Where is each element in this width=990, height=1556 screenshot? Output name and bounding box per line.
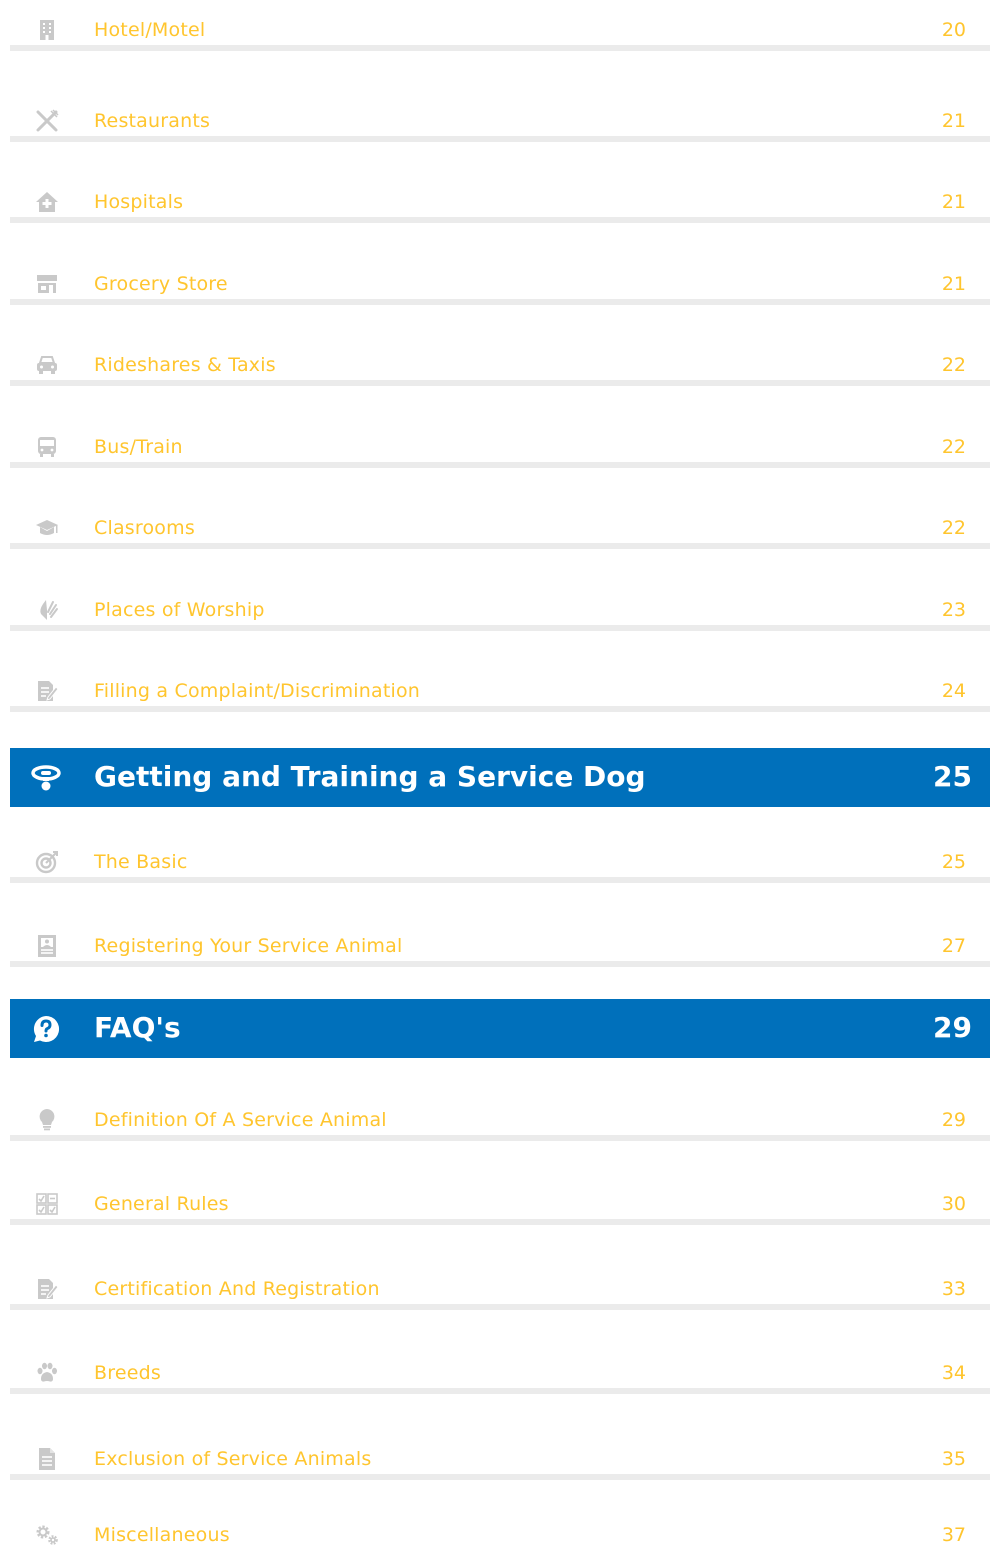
toc-entry-page: 21 — [941, 191, 966, 213]
toc-entry-page: 21 — [941, 273, 966, 295]
toc-entry-label: General Rules — [94, 1193, 229, 1215]
toc-entry-page: 35 — [941, 1448, 966, 1470]
id-document-icon — [34, 933, 60, 959]
row-divider — [10, 462, 990, 468]
toc-entry-clasrooms[interactable]: Clasrooms 22 — [10, 509, 990, 549]
toc-entry-exclusion[interactable]: Exclusion of Service Animals 35 — [10, 1440, 990, 1480]
toc-entry-filling-a-complaint[interactable]: Filling a Complaint/Discrimination 24 — [10, 672, 990, 712]
row-divider — [10, 877, 990, 883]
row-divider — [10, 380, 990, 386]
praying-hands-icon — [34, 597, 60, 623]
toc-entry-hospitals[interactable]: Hospitals 21 — [10, 183, 990, 223]
toc-entry-page: 24 — [941, 680, 966, 702]
toc-entry-definition[interactable]: Definition Of A Service Animal 29 — [10, 1101, 990, 1141]
toc-entry-restaurants[interactable]: Restaurants 21 — [10, 102, 990, 142]
target-icon — [34, 849, 60, 875]
toc-entry-label: Definition Of A Service Animal — [94, 1109, 387, 1131]
graduation-cap-icon — [34, 515, 60, 541]
row-divider — [10, 961, 990, 967]
car-icon — [34, 352, 60, 378]
toc-entry-label: Clasrooms — [94, 517, 195, 539]
toc-entry-label: Hospitals — [94, 191, 184, 213]
storefront-icon — [34, 271, 60, 297]
toc-entry-page: 30 — [941, 1193, 966, 1215]
lightbulb-icon — [34, 1107, 60, 1133]
toc-entry-page: 25 — [941, 851, 966, 873]
toc-entry-label: Restaurants — [94, 110, 211, 132]
toc-entry-miscellaneous[interactable]: Miscellaneous 37 — [10, 1516, 990, 1556]
toc-entry-page: 23 — [941, 599, 966, 621]
toc-entry-label: Grocery Store — [94, 273, 228, 295]
building-icon — [34, 17, 60, 43]
row-divider — [10, 1474, 990, 1480]
toc-entry-label: The Basic — [94, 851, 188, 873]
hospital-house-icon — [34, 189, 60, 215]
toc-entry-page: 29 — [941, 1109, 966, 1131]
row-divider — [10, 299, 990, 305]
toc-entry-hotel-motel[interactable]: Hotel/Motel 20 — [10, 11, 990, 51]
toc-entry-page: 22 — [941, 517, 966, 539]
toc-entry-label: Breeds — [94, 1362, 161, 1384]
paw-icon — [34, 1360, 60, 1386]
row-divider — [10, 136, 990, 142]
bus-icon — [34, 434, 60, 460]
toc-entry-label: Registering Your Service Animal — [94, 935, 403, 957]
utensils-icon — [34, 108, 60, 134]
section-page: 25 — [933, 760, 972, 793]
toc-entry-places-of-worship[interactable]: Places of Worship 23 — [10, 591, 990, 631]
toc-entry-label: Bus/Train — [94, 436, 183, 458]
toc-entry-rideshares-taxis[interactable]: Rideshares & Taxis 22 — [10, 346, 990, 386]
toc-section-faq[interactable]: FAQ's 29 — [10, 999, 990, 1058]
document-edit-icon — [34, 1276, 60, 1302]
toc-entry-page: 21 — [941, 110, 966, 132]
row-divider — [10, 706, 990, 712]
toc-entry-bus-train[interactable]: Bus/Train 22 — [10, 428, 990, 468]
toc-entry-label: Rideshares & Taxis — [94, 354, 276, 376]
toc-entry-label: Places of Worship — [94, 599, 265, 621]
toc-entry-certification[interactable]: Certification And Registration 33 — [10, 1270, 990, 1310]
section-page: 29 — [933, 1011, 972, 1044]
toc-entry-label: Miscellaneous — [94, 1524, 230, 1546]
toc-entry-page: 22 — [941, 354, 966, 376]
section-title: Getting and Training a Service Dog — [94, 760, 646, 793]
row-divider — [10, 1135, 990, 1141]
toc-entry-page: 20 — [941, 19, 966, 41]
row-divider — [10, 45, 990, 51]
toc-section-training[interactable]: Getting and Training a Service Dog 25 — [10, 748, 990, 807]
toc-entry-page: 33 — [941, 1278, 966, 1300]
checklist-grid-icon — [34, 1191, 60, 1217]
toc-entry-page: 37 — [941, 1524, 966, 1546]
toc-entry-page: 27 — [941, 935, 966, 957]
toc-entry-label: Certification And Registration — [94, 1278, 380, 1300]
toc-entry-breeds[interactable]: Breeds 34 — [10, 1354, 990, 1394]
dog-collar-icon — [30, 762, 62, 794]
row-divider — [10, 1388, 990, 1394]
document-edit-icon — [34, 678, 60, 704]
toc-entry-the-basic[interactable]: The Basic 25 — [10, 843, 990, 883]
toc-entry-page: 34 — [941, 1362, 966, 1384]
document-icon — [34, 1446, 60, 1472]
toc-entry-general-rules[interactable]: General Rules 30 — [10, 1185, 990, 1225]
row-divider — [10, 543, 990, 549]
section-title: FAQ's — [94, 1011, 181, 1044]
toc-entry-registering[interactable]: Registering Your Service Animal 27 — [10, 927, 990, 967]
row-divider — [10, 1304, 990, 1310]
gears-icon — [34, 1522, 60, 1548]
toc-entry-label: Hotel/Motel — [94, 19, 206, 41]
toc-entry-label: Exclusion of Service Animals — [94, 1448, 372, 1470]
question-bubble-icon — [30, 1013, 62, 1045]
toc-entry-grocery-store[interactable]: Grocery Store 21 — [10, 265, 990, 305]
row-divider — [10, 1219, 990, 1225]
toc-entry-label: Filling a Complaint/Discrimination — [94, 680, 421, 702]
row-divider — [10, 625, 990, 631]
row-divider — [10, 217, 990, 223]
toc-entry-page: 22 — [941, 436, 966, 458]
